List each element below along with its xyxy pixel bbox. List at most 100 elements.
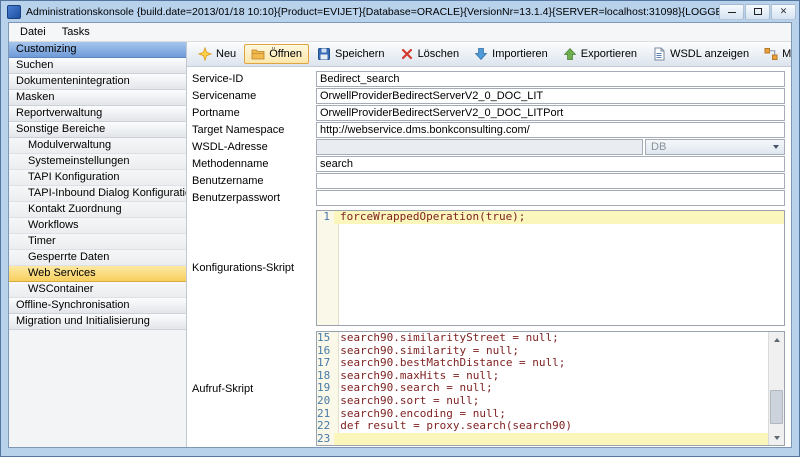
scroll-thumb[interactable]: [770, 390, 783, 423]
code-text: search90.similarity = null;: [334, 345, 768, 358]
portname-input[interactable]: [316, 105, 785, 121]
delete-button[interactable]: Löschen: [393, 44, 467, 64]
form-row: WSDL-Adresse DB: [192, 138, 785, 155]
wsdl-adresse-input: [316, 139, 643, 155]
maximize-icon: [754, 8, 762, 15]
wsdl-icon: [652, 47, 666, 61]
mapping-icon: [764, 47, 778, 61]
maximize-button[interactable]: [745, 4, 770, 20]
code-text: search90.sort = null;: [334, 395, 768, 408]
new-button-label: Neu: [216, 48, 236, 60]
sidebar-item-modulverwaltung[interactable]: Modulverwaltung: [9, 138, 186, 154]
new-button[interactable]: Neu: [191, 44, 243, 64]
servicename-label: Servicename: [192, 90, 316, 102]
code-line: 15 search90.similarityStreet = null;: [317, 332, 768, 345]
konfigurations-skript-label: Konfigurations-Skript: [192, 262, 316, 274]
wsdl-button-label: WSDL anzeigen: [670, 48, 749, 60]
sidebar-item-reportverwaltung[interactable]: Reportverwaltung: [9, 106, 186, 122]
minimize-icon: [728, 10, 736, 13]
title-bar: Administrationskonsole {build.date=2013/…: [1, 1, 799, 22]
scroll-track[interactable]: [769, 347, 784, 430]
webservice-form: Service-ID Servicename Portname Target N…: [187, 67, 791, 447]
sidebar-item-workflows[interactable]: Workflows: [9, 218, 186, 234]
open-button-label: Öffnen: [269, 48, 302, 60]
code-line: 22 def result = proxy.search(search90): [317, 420, 768, 433]
arrow-up-icon: [774, 338, 780, 342]
benutzername-input[interactable]: [316, 173, 785, 189]
form-row: Methodenname: [192, 155, 785, 172]
export-icon: [563, 47, 577, 61]
save-button[interactable]: Speichern: [310, 44, 392, 64]
code-line: 23: [317, 433, 768, 446]
minimize-button[interactable]: [719, 4, 744, 20]
export-button[interactable]: Exportieren: [556, 44, 644, 64]
code-line: 17 search90.bestMatchDistance = null;: [317, 357, 768, 370]
vertical-scrollbar[interactable]: [768, 332, 784, 445]
benutzername-label: Benutzername: [192, 175, 316, 187]
window-title: Administrationskonsole {build.date=2013/…: [26, 6, 719, 18]
open-button[interactable]: Öffnen: [244, 44, 309, 64]
sidebar-item-wscontainer[interactable]: WSContainer: [9, 282, 186, 298]
sidebar-item-suchen[interactable]: Suchen: [9, 58, 186, 74]
methodenname-input[interactable]: [316, 156, 785, 172]
close-button[interactable]: ✕: [771, 4, 796, 20]
mapping-button[interactable]: Mapping: [757, 44, 791, 64]
sidebar-item-web-services[interactable]: Web Services: [9, 266, 186, 282]
sidebar-item-systemeinstellungen[interactable]: Systemeinstellungen: [9, 154, 186, 170]
app-icon[interactable]: [7, 5, 21, 19]
target-namespace-input[interactable]: [316, 122, 785, 138]
close-icon: ✕: [780, 6, 788, 17]
service-id-input[interactable]: [316, 71, 785, 87]
line-number: 23: [317, 433, 334, 446]
wsdl-button[interactable]: WSDL anzeigen: [645, 44, 756, 64]
target-namespace-label: Target Namespace: [192, 124, 316, 136]
sidebar-item-offline-synchronisation[interactable]: Offline-Synchronisation: [9, 298, 186, 314]
sidebar-item-tapi-inbound-dialog-konfiguration[interactable]: TAPI-Inbound Dialog Konfiguration: [9, 186, 186, 202]
aufruf-script-text-area[interactable]: 15 search90.similarityStreet = null; 16 …: [317, 332, 768, 445]
sidebar-item-timer[interactable]: Timer: [9, 234, 186, 250]
wsdl-adresse-label: WSDL-Adresse: [192, 141, 316, 153]
code-text: search90.similarityStreet = null;: [334, 332, 768, 345]
scroll-up-button[interactable]: [769, 332, 784, 347]
servicename-input[interactable]: [316, 88, 785, 104]
sidebar-item-kontakt-zuordnung[interactable]: Kontakt Zuordnung: [9, 202, 186, 218]
sidebar-item-sonstige-bereiche[interactable]: Sonstige Bereiche: [9, 122, 186, 138]
line-number: 17: [317, 357, 334, 370]
portname-label: Portname: [192, 107, 316, 119]
save-button-label: Speichern: [335, 48, 385, 60]
toolbar: Neu Öffnen Speichern Löschen: [187, 42, 791, 67]
import-button[interactable]: Importieren: [467, 44, 555, 64]
sidebar-item-tapi-konfiguration[interactable]: TAPI Konfiguration: [9, 170, 186, 186]
aufruf-skript-label: Aufruf-Skript: [192, 383, 316, 395]
code-line: 16 search90.similarity = null;: [317, 345, 768, 358]
sidebar-navigation: Customizing Suchen Dokumentenintegration…: [9, 42, 187, 447]
service-id-label: Service-ID: [192, 73, 316, 85]
line-number: 1: [317, 211, 334, 224]
content-area: Customizing Suchen Dokumentenintegration…: [9, 42, 791, 447]
new-icon: [198, 47, 212, 61]
benutzerpasswort-label: Benutzerpasswort: [192, 192, 316, 204]
code-text: search90.encoding = null;: [334, 408, 768, 421]
form-row: Portname: [192, 104, 785, 121]
sidebar-item-dokumentenintegration[interactable]: Dokumentenintegration: [9, 74, 186, 90]
sidebar-item-customizing[interactable]: Customizing: [9, 42, 186, 58]
line-number: 22: [317, 420, 334, 433]
form-row: Target Namespace: [192, 121, 785, 138]
scroll-down-button[interactable]: [769, 430, 784, 445]
code-line: 18 search90.maxHits = null;: [317, 370, 768, 383]
sidebar-item-gesperrte-daten[interactable]: Gesperrte Daten: [9, 250, 186, 266]
benutzerpasswort-input[interactable]: [316, 190, 785, 206]
menu-datei[interactable]: Datei: [12, 24, 54, 40]
import-icon: [474, 47, 488, 61]
sidebar-item-migration-und-initialisierung[interactable]: Migration und Initialisierung: [9, 314, 186, 330]
konfig-script-text-area[interactable]: 1 forceWrappedOperation(true);: [317, 211, 784, 325]
chevron-down-icon: [773, 145, 779, 149]
sidebar-item-masken[interactable]: Masken: [9, 90, 186, 106]
menu-tasks[interactable]: Tasks: [54, 24, 98, 40]
export-button-label: Exportieren: [581, 48, 637, 60]
mapping-button-label: Mapping: [782, 48, 791, 60]
wsdl-adresse-dropdown[interactable]: DB: [645, 139, 785, 155]
arrow-down-icon: [774, 436, 780, 440]
menu-bar: Datei Tasks: [9, 23, 791, 42]
delete-button-label: Löschen: [418, 48, 460, 60]
